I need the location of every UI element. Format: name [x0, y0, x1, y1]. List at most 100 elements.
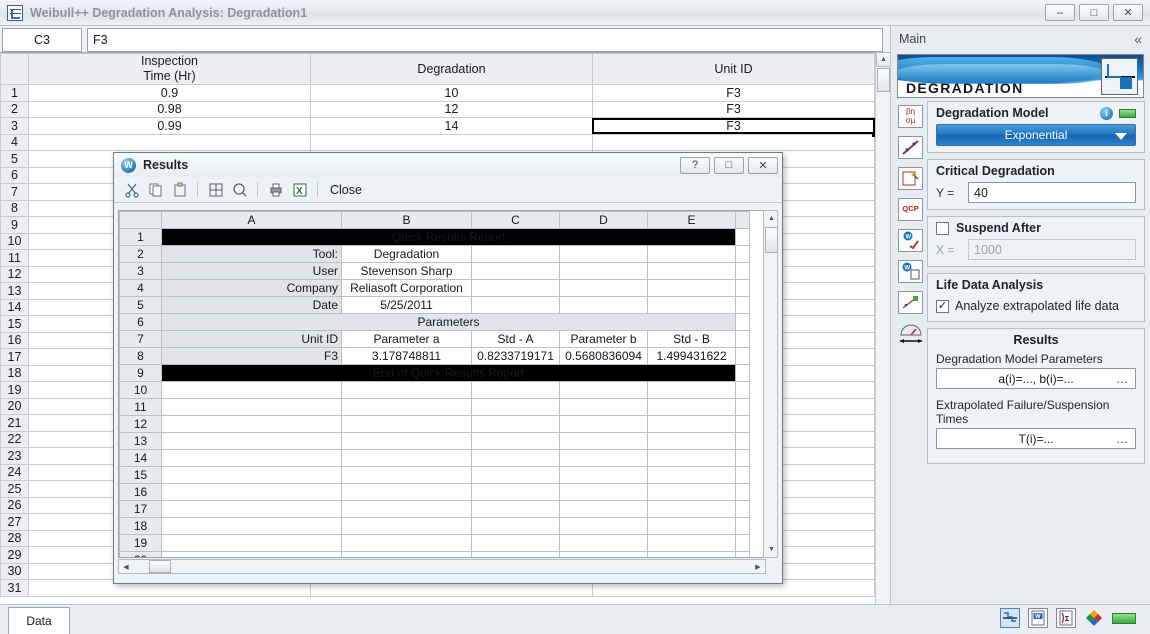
table-row[interactable]: 17 [119, 500, 750, 518]
analyze-extrapolated-checkbox[interactable]: ✓ [936, 299, 949, 313]
cell-time[interactable]: 0.98 [27, 100, 311, 118]
report-cell-e[interactable] [647, 262, 736, 280]
results-hscroll-thumb[interactable] [149, 560, 171, 573]
table-row[interactable]: 16 [119, 483, 750, 501]
report-cell-e[interactable] [647, 517, 736, 535]
maximize-dialog-button[interactable]: □ [714, 156, 744, 174]
row-header[interactable]: 1 [0, 84, 29, 102]
scroll-up-button[interactable]: ▲ [876, 52, 891, 67]
report-cell-c[interactable] [471, 500, 560, 518]
info-icon[interactable]: i [1100, 106, 1113, 120]
report-cell-f[interactable] [735, 466, 750, 484]
table-row[interactable]: 1 0.9 10 F3 [0, 84, 876, 102]
row-header[interactable]: 31 [0, 579, 29, 597]
report-cell-f[interactable] [735, 262, 750, 280]
report-row-header[interactable]: 8 [119, 347, 162, 365]
report-row-header[interactable]: 10 [119, 381, 162, 399]
parameters-icon[interactable]: βη σμ [897, 103, 925, 129]
print-icon[interactable] [266, 180, 285, 199]
weibull-check-icon[interactable]: W [897, 227, 925, 253]
report-cell-d[interactable] [559, 262, 648, 280]
report-cell-c[interactable] [471, 534, 560, 552]
cell-unit-id[interactable]: F3 [591, 100, 876, 118]
cell-unit-id[interactable] [591, 133, 876, 151]
sheet-corner[interactable] [0, 53, 29, 85]
row-header[interactable]: 17 [0, 348, 29, 366]
report-row-header[interactable]: 12 [119, 415, 162, 433]
column-header-inspection-time[interactable]: Inspection Time (Hr) [27, 53, 311, 85]
report-cell-a[interactable] [161, 534, 342, 552]
degradation-model-parameters-box[interactable]: a(i)=..., b(i)=... … [936, 368, 1136, 389]
extrapolated-times-box[interactable]: T(i)=... … [936, 428, 1136, 449]
report-cell-d[interactable] [559, 296, 648, 314]
row-header[interactable]: 28 [0, 529, 29, 547]
cell-degradation[interactable]: 12 [309, 100, 593, 118]
param-value-std-b[interactable]: 1.499431622 [647, 347, 736, 365]
suspend-after-checkbox[interactable] [936, 221, 949, 235]
report-row-header[interactable]: 14 [119, 449, 162, 467]
row-header[interactable]: 25 [0, 480, 29, 498]
row-header[interactable]: 29 [0, 546, 29, 564]
row-header[interactable]: 21 [0, 414, 29, 432]
report-cell-f[interactable] [735, 534, 750, 552]
report-col-e[interactable]: E [647, 211, 736, 229]
table-row[interactable]: 2 0.98 12 F3 [0, 100, 876, 118]
formula-input[interactable]: F3 [87, 28, 883, 52]
results-scroll-right-button[interactable]: ▶ [751, 560, 765, 573]
report-cell-f[interactable] [735, 415, 750, 433]
report-cell-d[interactable] [559, 398, 648, 416]
report-cell-b[interactable] [341, 517, 472, 535]
report-cell-b[interactable] [341, 551, 472, 557]
cell-degradation[interactable]: 14 [309, 117, 593, 135]
report-cell-b[interactable] [341, 432, 472, 450]
report-cell-f[interactable] [735, 432, 750, 450]
report-cell-c[interactable] [471, 262, 560, 280]
table-row[interactable]: 20 [119, 551, 750, 557]
row-header[interactable]: 23 [0, 447, 29, 465]
cell-degradation[interactable] [309, 133, 593, 151]
report-meta-value[interactable]: Stevenson Sharp [341, 262, 472, 280]
minimize-button[interactable]: – [1045, 4, 1075, 21]
table-row[interactable]: 11 [119, 398, 750, 416]
report-meta-value[interactable]: 5/25/2011 [341, 296, 472, 314]
report-cell-b[interactable] [341, 449, 472, 467]
weibull-sheet-icon[interactable]: W [897, 258, 925, 284]
report-cell-a[interactable] [161, 398, 342, 416]
report-wizard-icon[interactable]: ✦ [897, 165, 925, 191]
results-scroll-down-button[interactable]: ▼ [764, 542, 779, 557]
report-cell-e[interactable] [647, 432, 736, 450]
report-cell-f[interactable] [735, 296, 750, 314]
report-cell-d[interactable] [559, 449, 648, 467]
row-header[interactable]: 13 [0, 282, 29, 300]
table-row[interactable]: 13 [119, 432, 750, 450]
row-header[interactable]: 14 [0, 298, 29, 316]
report-icon[interactable]: Σ [1056, 608, 1076, 628]
row-header[interactable]: 10 [0, 232, 29, 250]
report-cell-e[interactable] [647, 551, 736, 557]
report-row-header[interactable]: 2 [119, 245, 162, 263]
report-cell-a[interactable] [161, 500, 342, 518]
report-cell-e[interactable] [647, 483, 736, 501]
row-header[interactable]: 15 [0, 315, 29, 333]
report-row-header[interactable]: 16 [119, 483, 162, 501]
report-meta-label[interactable]: Tool: [161, 245, 342, 263]
report-cell-c[interactable] [471, 551, 560, 557]
cell-time[interactable]: 0.99 [27, 117, 311, 135]
report-cell-c[interactable] [471, 279, 560, 297]
report-row-header[interactable]: 13 [119, 432, 162, 450]
cell-degradation[interactable]: 10 [309, 84, 593, 102]
plot-icon[interactable] [897, 134, 925, 160]
row-header[interactable]: 2 [0, 100, 29, 118]
report-cell-b[interactable] [341, 534, 472, 552]
report-cell-e[interactable] [647, 500, 736, 518]
report-cell-a[interactable] [161, 415, 342, 433]
table-row[interactable]: 19 [119, 534, 750, 552]
report-cell-b[interactable] [341, 466, 472, 484]
report-cell-c[interactable] [471, 381, 560, 399]
results-scroll-up-button[interactable]: ▲ [764, 211, 779, 226]
data-plot-icon[interactable] [897, 289, 925, 315]
split-icon[interactable] [206, 180, 225, 199]
report-cell-c[interactable] [471, 398, 560, 416]
param-header-std-b[interactable]: Std - B [647, 330, 736, 348]
paste-icon[interactable] [170, 180, 189, 199]
